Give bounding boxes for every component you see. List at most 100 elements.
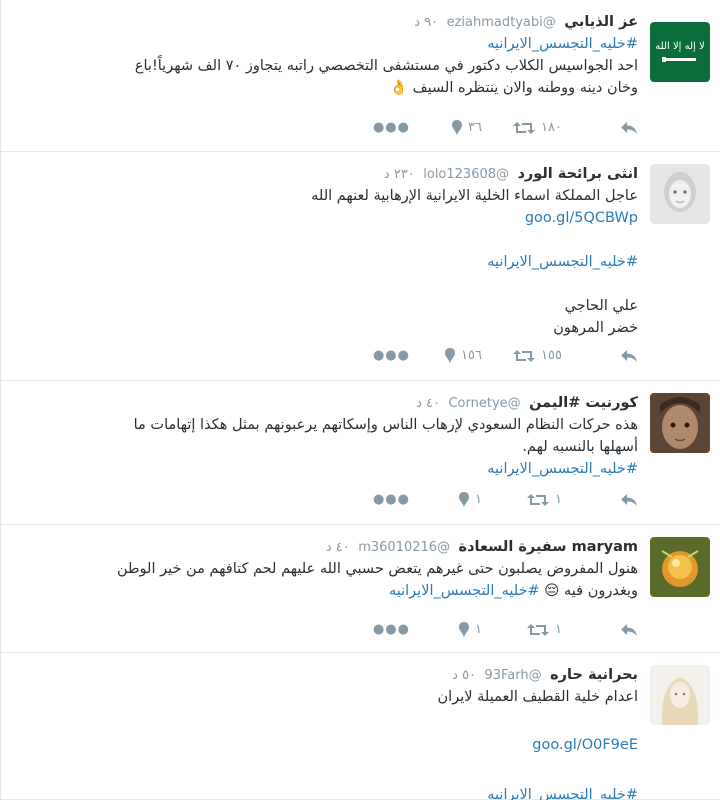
favorite-count: ١٥٦	[461, 348, 482, 363]
timeline: لا إله إلا الله عز الذيابي @eziahmadtyab…	[0, 0, 720, 800]
url-link[interactable]: goo.gl/O0F9eE	[13, 734, 638, 756]
retweet-icon	[513, 122, 536, 134]
favorite-button[interactable]: ١	[459, 620, 482, 640]
display-name[interactable]: كورنيت #اليمن	[529, 395, 638, 411]
favorite-button[interactable]: ١٥٦	[445, 346, 482, 366]
url-link[interactable]: goo.gl/5QCBWp	[13, 207, 638, 229]
tweet-text-line: هنول المفروض يصلبون حتى غيرهم يتعض حسبي …	[116, 561, 638, 577]
tweet[interactable]: بحرانية حاره @93Farh ٥٠ د اعدام خلية الق…	[1, 653, 720, 800]
tweet-actions: ١٥٥ ١٥٦ ●●●	[328, 346, 638, 366]
hashtag-link[interactable]: #خليه_التجسس_الايرانيه	[13, 458, 638, 480]
more-button[interactable]: ●●●	[373, 118, 410, 138]
tweet-header: بحرانية حاره @93Farh ٥٠ د	[13, 665, 638, 686]
tweet-text: هذه حركات النظام السعودي لإرهاب الناس وإ…	[13, 414, 638, 480]
retweet-count: ١	[555, 492, 562, 507]
tweet-text: اعدام خلية القطيف العميلة لايران goo.gl/…	[13, 686, 638, 800]
retweet-count: ١	[555, 622, 562, 637]
retweet-count: ١٨٠	[541, 120, 562, 135]
favorite-count: ١	[475, 622, 482, 637]
tweet-text-line: هذه حركات النظام السعودي لإرهاب الناس وإ…	[133, 417, 638, 433]
username[interactable]: @eziahmadtyabi	[447, 15, 556, 30]
retweet-button[interactable]: ١٨٠	[513, 118, 562, 138]
tweet-text: عاجل المملكة اسماء الخلية الايرانية الإر…	[13, 185, 638, 339]
reply-icon	[621, 122, 637, 134]
favorite-icon	[459, 492, 470, 508]
timestamp[interactable]: ٤٠ د	[326, 540, 350, 555]
reply-button[interactable]	[620, 346, 638, 366]
tweet[interactable]: كورنيت #اليمن @Cornetye ٤٠ د هذه حركات ا…	[1, 381, 720, 525]
retweet-icon	[527, 624, 550, 636]
tweet-text-line: علي الحاجي	[564, 298, 638, 314]
more-button[interactable]: ●●●	[373, 346, 410, 366]
favorite-icon	[445, 348, 456, 364]
retweet-button[interactable]: ١	[527, 490, 562, 510]
more-button[interactable]: ●●●	[373, 620, 410, 640]
reply-icon	[621, 350, 637, 362]
retweet-icon	[527, 494, 550, 506]
tweet-header: عز الذيابي @eziahmadtyabi ٩٠ د	[13, 12, 638, 33]
tweet-header: كورنيت #اليمن @Cornetye ٤٠ د	[13, 393, 638, 414]
hashtag-link[interactable]: #خليه_التجسس_الايرانيه	[389, 583, 540, 599]
hashtag-link[interactable]: #خليه_التجسس_الايرانيه	[13, 784, 638, 800]
display-name[interactable]: انثى برائحة الورد	[517, 166, 638, 182]
favorite-icon	[452, 120, 463, 136]
tweet-text: #خليه_التجسس_الايرانيه احد الجواسيس الكل…	[13, 33, 638, 99]
favorite-button[interactable]: ٣٦	[452, 118, 482, 138]
more-icon: ●●●	[372, 348, 410, 363]
more-button[interactable]: ●●●	[373, 490, 410, 510]
hashtag-link[interactable]: #خليه_التجسس_الايرانيه	[13, 33, 638, 55]
more-icon: ●●●	[372, 492, 410, 507]
username[interactable]: @lolo123608	[423, 167, 509, 182]
favorite-count: ٣٦	[468, 120, 482, 135]
retweet-button[interactable]: ١٥٥	[513, 346, 562, 366]
hashtag-link[interactable]: #خليه_التجسس_الايرانيه	[13, 251, 638, 273]
svg-text:لا إله إلا الله: لا إله إلا الله	[655, 41, 704, 52]
display-name[interactable]: بحرانية حاره	[550, 667, 638, 683]
favorite-button[interactable]: ١	[459, 490, 482, 510]
timestamp[interactable]: ٥٠ د	[452, 668, 476, 683]
tweet[interactable]: maryam سفيرة السعادة @m36010216 ٤٠ د هنو…	[1, 525, 720, 653]
retweet-count: ١٥٥	[541, 348, 562, 363]
tweet-text-line: اعدام خلية القطيف العميلة لايران	[437, 689, 638, 705]
tweet-text-line: وخان دينه ووطنه والان ينتظره السيف 👌	[389, 80, 638, 96]
timestamp[interactable]: ٤٠ د	[416, 396, 440, 411]
avatar[interactable]	[650, 665, 710, 725]
avatar[interactable]	[650, 393, 710, 453]
reply-icon	[621, 624, 637, 636]
tweet-text: هنول المفروض يصلبون حتى غيرهم يتعض حسبي …	[13, 558, 638, 602]
reply-button[interactable]	[620, 620, 638, 640]
tweet-actions: ١ ١ ●●●	[328, 490, 638, 510]
tweet-actions: ١ ١ ●●●	[328, 620, 638, 640]
tweet-header: انثى برائحة الورد @lolo123608 ٢٣٠ د	[13, 164, 638, 185]
tweet-text-line: عاجل المملكة اسماء الخلية الايرانية الإر…	[311, 188, 638, 204]
avatar[interactable]	[650, 164, 710, 224]
avatar[interactable]: لا إله إلا الله	[650, 22, 710, 82]
timestamp[interactable]: ٢٣٠ د	[384, 167, 415, 182]
username[interactable]: @m36010216	[358, 540, 450, 555]
username[interactable]: @Cornetye	[448, 396, 520, 411]
tweet-header: maryam سفيرة السعادة @m36010216 ٤٠ د	[13, 537, 638, 558]
tweet-text-fragment: ويغدرون فيه 😔	[544, 583, 638, 599]
favorite-icon	[459, 622, 470, 638]
tweet-text-line: ويغدرون فيه 😔 #خليه_التجسس_الايرانيه	[13, 580, 638, 602]
tweet-text-line: خضر المرهون	[553, 320, 638, 336]
reply-icon	[621, 494, 637, 506]
username[interactable]: @93Farh	[484, 668, 541, 683]
reply-button[interactable]	[620, 118, 638, 138]
reply-button[interactable]	[620, 490, 638, 510]
tweet[interactable]: انثى برائحة الورد @lolo123608 ٢٣٠ د عاجل…	[1, 152, 720, 381]
tweet-text-line: أسهلها بالنسبه لهم.	[522, 439, 638, 455]
avatar[interactable]	[650, 537, 710, 597]
tweet[interactable]: لا إله إلا الله عز الذيابي @eziahmadtyab…	[1, 0, 720, 152]
timestamp[interactable]: ٩٠ د	[414, 15, 438, 30]
tweet-actions: ١٨٠ ٣٦ ●●●	[328, 118, 638, 138]
display-name[interactable]: عز الذيابي	[564, 14, 638, 30]
tweet-text-line: احد الجواسيس الكلاب دكتور في مستشفى التخ…	[134, 58, 638, 74]
retweet-button[interactable]: ١	[527, 620, 562, 640]
favorite-count: ١	[475, 492, 482, 507]
display-name[interactable]: maryam سفيرة السعادة	[459, 539, 638, 555]
